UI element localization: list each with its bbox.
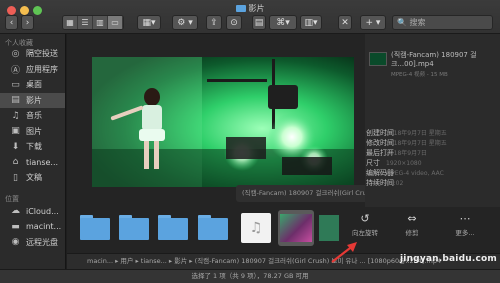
cloud-icon: ☁ [11, 206, 20, 217]
group-button[interactable]: ▦▾ [137, 15, 161, 30]
video-thumbnail[interactable] [319, 215, 339, 241]
inspector-row: 尺寸 1920×1080 [366, 159, 422, 167]
script-icon[interactable]: ▤ [252, 15, 266, 30]
file-thumbnail [369, 52, 387, 66]
disc-icon: ◉ [11, 237, 20, 248]
sidebar-item-icloud[interactable]: ☁ iCloud... [0, 204, 65, 220]
sidebar-item-desktop[interactable]: ▭ 桌面 [0, 77, 65, 93]
list-view-icon[interactable]: ☰ [78, 16, 93, 29]
window-title: 影片 [0, 3, 500, 14]
sidebar-locations-header: 位置 [5, 194, 19, 203]
sidebar: 个人收藏 ◎ 隔空投送 Ⓐ 应用程序 ▭ 桌面 ▤ 影片 ♫ 音乐 ▣ 图片 ⬇ 下载 ⌂ ti… [0, 34, 66, 270]
search-input[interactable]: 🔍 搜索 [392, 15, 493, 30]
back-button[interactable]: ‹ [5, 15, 18, 30]
action-gear-button[interactable]: ⚙ ▾ [172, 15, 198, 30]
tags-button[interactable]: ⊙ [226, 15, 242, 30]
share-button[interactable]: ⇪ [206, 15, 222, 30]
view-switcher: ▦ ☰ ▥ ▭ [62, 15, 124, 30]
disk-icon: ▬ [11, 221, 20, 232]
more-button[interactable]: ⋯ 更多... [445, 212, 485, 237]
video-preview[interactable] [92, 57, 354, 187]
airdrop-icon: ◎ [11, 48, 20, 59]
gallery-view-icon[interactable]: ▭ [108, 16, 123, 29]
selected-video-thumbnail[interactable] [278, 210, 314, 246]
close-tab-button[interactable]: ✕ [338, 15, 352, 30]
sidebar-favorites-header: 个人收藏 [5, 39, 33, 47]
inspector-row: 持续时间01:02 [366, 179, 404, 187]
sidebar-item-macintosh-hd[interactable]: ▬ macint... [0, 219, 65, 235]
status-bar: 选择了 1 项（共 9 项），78.27 GB 可用 [0, 269, 500, 283]
camera-icon: ▣ [11, 126, 20, 137]
rotate-left-icon: ↺ [360, 212, 370, 225]
folder-icon[interactable] [119, 215, 149, 241]
sidebar-item-pictures[interactable]: ▣ 图片 [0, 124, 65, 140]
inspector-file-title: (직캠-Fancam) 180907 걸크...00].mp4 [391, 51, 477, 68]
download-icon: ⬇ [11, 141, 20, 152]
sidebar-item-remote-disc[interactable]: ◉ 远程光盘 [0, 235, 65, 251]
folder-icon[interactable] [198, 215, 228, 241]
more-icon: ⋯ [459, 212, 471, 225]
inspector-panel: (직캠-Fancam) 180907 걸크...00].mp4 MPEG-4 视… [365, 34, 500, 207]
trim-icon: ⇔ [407, 212, 417, 225]
sidebar-item-music[interactable]: ♫ 音乐 [0, 108, 65, 124]
document-icon: ▯ [13, 172, 18, 183]
column-view-icon[interactable]: ▥ [93, 16, 108, 29]
sidebar-item-movies[interactable]: ▤ 影片 [0, 92, 65, 108]
watermark: jingyan.baidu.com [400, 254, 497, 264]
sidebar-item-documents[interactable]: ▯ 文稿 [0, 170, 65, 186]
desktop-icon: ▭ [11, 79, 20, 90]
sidebar-item-applications[interactable]: Ⓐ 应用程序 [0, 62, 65, 78]
annotation-arrow-icon [331, 242, 357, 263]
inspector-row: 修改时间2018年9月7日 星期五 [366, 139, 447, 147]
music-icon: ♫ [11, 110, 20, 121]
rotate-left-button[interactable]: ↺ 向左旋转 [345, 212, 385, 237]
add-button[interactable]: + ▾ [360, 15, 386, 30]
video-frame-image [92, 57, 354, 187]
music-file-icon[interactable]: ♫ [241, 213, 271, 243]
inspector-file-kind: MPEG-4 视频 - 15 MB [391, 72, 448, 78]
folder-icon [235, 5, 246, 12]
trim-button[interactable]: ⇔ 修剪 [392, 212, 432, 237]
toolbar: 影片 ‹ › ▦ ☰ ▥ ▭ ▦▾ ⚙ ▾ ⇪ ⊙ ▤ ⌘▾ ▥▾ ✕ + ▾ … [0, 0, 500, 34]
icon-view-icon[interactable]: ▦ [63, 16, 78, 29]
inspector-row: 最后打开2018年9月7日 [366, 149, 427, 157]
inspector-row: 创建时间2018年9月7日 星期五 [366, 129, 447, 137]
forward-button[interactable]: › [21, 15, 34, 30]
sidebar-item-downloads[interactable]: ⬇ 下载 [0, 139, 65, 155]
film-icon: ▤ [11, 95, 20, 106]
inspector-row: 编解码器MPEG-4 video, AAC [366, 169, 444, 177]
home-icon: ⌂ [12, 157, 19, 168]
sidebar-item-home[interactable]: ⌂ tianse... [0, 155, 65, 171]
column-button[interactable]: ▥▾ [300, 15, 322, 30]
sidebar-item-airdrop[interactable]: ◎ 隔空投送 [0, 46, 65, 62]
gallery-thumbnail-strip: ♫ ↺ 向左旋转 ⇔ 修剪 ⋯ 更多... [67, 207, 500, 253]
folder-icon[interactable] [80, 215, 110, 241]
folder-icon[interactable] [158, 215, 188, 241]
applications-icon: Ⓐ [10, 65, 20, 76]
open-with-button[interactable]: ⌘▾ [269, 15, 297, 30]
